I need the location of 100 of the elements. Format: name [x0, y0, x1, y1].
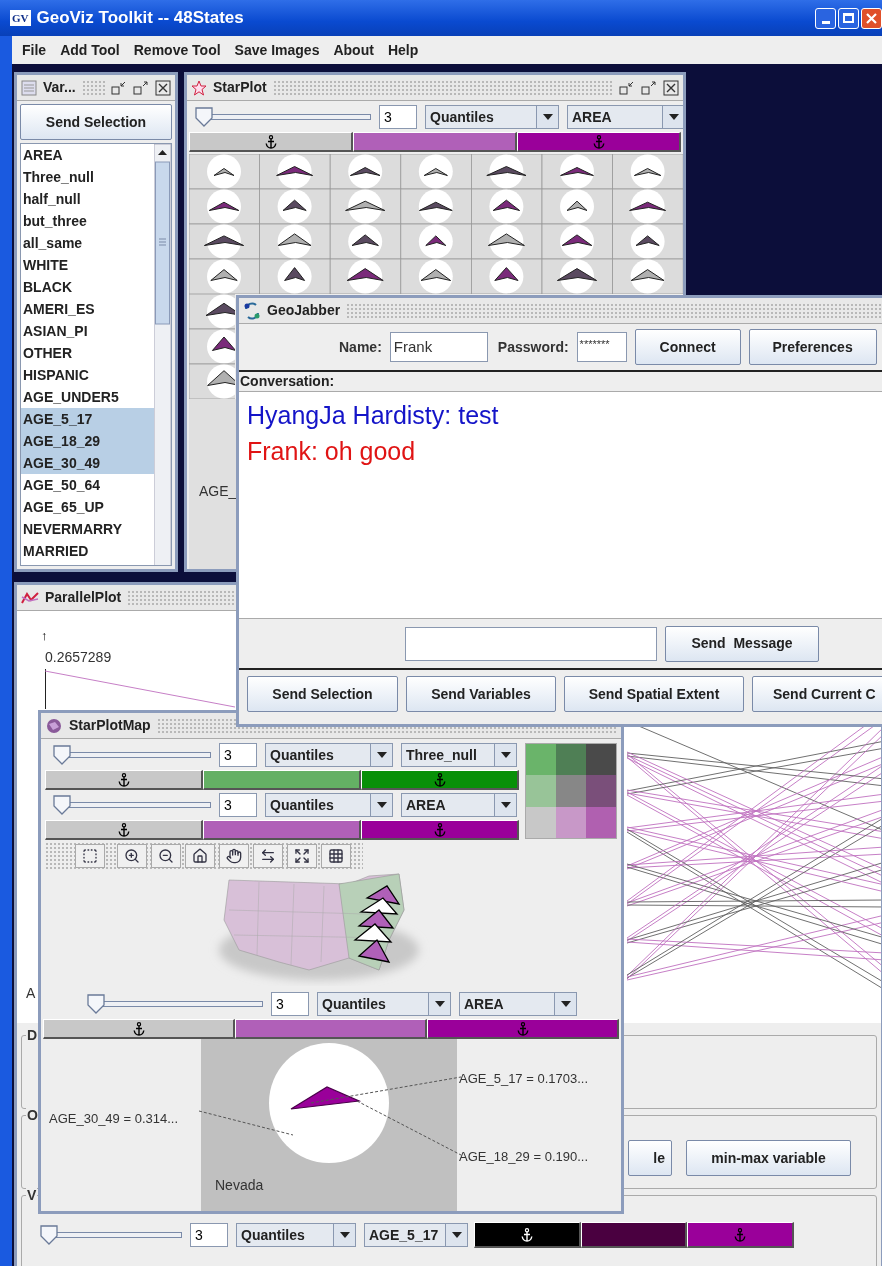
scrollbar[interactable]: [154, 144, 171, 565]
menu-item[interactable]: Add Tool: [60, 39, 120, 61]
class-count-field[interactable]: 3: [190, 1223, 228, 1247]
class-count-field[interactable]: 3: [379, 105, 417, 129]
hand-button[interactable]: [219, 844, 249, 868]
variable-dropdown[interactable]: AREA: [401, 793, 517, 817]
caret-down-icon: [434, 1001, 445, 1007]
send-button[interactable]: Send Selection: [247, 676, 398, 712]
variable-dropdown[interactable]: Three_null: [401, 743, 517, 767]
option-button[interactable]: min-max variable: [686, 1140, 851, 1176]
password-field[interactable]: *******: [576, 332, 627, 362]
hand-icon: [226, 848, 242, 864]
slider[interactable]: [53, 795, 211, 815]
state-name: Nevada: [215, 1176, 264, 1195]
class-bar-segment[interactable]: [235, 1019, 427, 1039]
close-button[interactable]: [861, 7, 882, 29]
expand-button[interactable]: [287, 844, 317, 868]
anchor-icon: [516, 1021, 529, 1036]
slider-thumb[interactable]: [40, 1225, 58, 1245]
maximize-button[interactable]: [838, 7, 859, 29]
axis-max-value: 0.2657289: [45, 648, 112, 667]
menu-item[interactable]: Remove Tool: [133, 39, 221, 61]
class-bar-segment[interactable]: [361, 770, 519, 790]
classification-dropdown[interactable]: Quantiles: [236, 1223, 356, 1247]
group-label: O: [26, 1107, 39, 1123]
zoom-out-button[interactable]: [151, 844, 181, 868]
classification-dropdown[interactable]: Quantiles: [317, 992, 451, 1016]
send-button[interactable]: Send Current C: [752, 676, 882, 712]
classification-dropdown[interactable]: Quantiles: [425, 105, 559, 129]
send-selection-button[interactable]: Send Selection: [20, 104, 172, 140]
anchor-icon: [433, 822, 446, 837]
menu-item[interactable]: About: [333, 39, 374, 61]
class-bar-segment[interactable]: [43, 1019, 235, 1039]
slider-thumb[interactable]: [53, 795, 71, 815]
class-count-field[interactable]: 3: [271, 992, 309, 1016]
home-button[interactable]: [185, 844, 215, 868]
class-bar-segment[interactable]: [687, 1222, 794, 1248]
send-button[interactable]: Send Spatial Extent: [564, 676, 744, 712]
slider-thumb[interactable]: [195, 107, 213, 127]
arrows-button[interactable]: [253, 844, 283, 868]
class-bar-segment[interactable]: [203, 820, 361, 840]
variable-dropdown[interactable]: AREA: [459, 992, 577, 1016]
axis-arrow: ↑: [41, 629, 48, 643]
name-field[interactable]: Frank: [389, 332, 488, 362]
close-icon[interactable]: [663, 79, 679, 96]
group-label: V: [26, 1187, 38, 1203]
slider[interactable]: [87, 994, 263, 1014]
option-button[interactable]: le: [628, 1140, 672, 1176]
zoom-in-button[interactable]: [117, 844, 147, 868]
slider[interactable]: [195, 107, 371, 127]
send-button[interactable]: Send Variables: [406, 676, 556, 712]
maximize-icon[interactable]: [133, 80, 149, 95]
caret-down-icon: [668, 114, 679, 120]
class-bar-segment[interactable]: [45, 770, 203, 790]
classification-dropdown[interactable]: Quantiles: [265, 743, 393, 767]
message-field[interactable]: [405, 626, 657, 661]
class-bar-segment[interactable]: [45, 820, 203, 840]
minimize-button[interactable]: [815, 7, 836, 29]
variable-list-item[interactable]: AGE_18_29: [21, 430, 154, 452]
caret-down-icon: [500, 802, 511, 808]
caret-down-icon: [339, 1232, 350, 1238]
class-bar-segment[interactable]: [189, 132, 353, 152]
close-icon[interactable]: [155, 79, 171, 96]
axis-label: A: [26, 984, 36, 1003]
variable-list-item[interactable]: AGE_30_49: [21, 452, 154, 474]
slider-thumb[interactable]: [53, 745, 71, 765]
frame-title: Var...: [43, 78, 76, 97]
select-box-button[interactable]: [75, 844, 105, 868]
slider-thumb[interactable]: [87, 994, 105, 1014]
home-icon: [192, 848, 208, 864]
variable-dropdown[interactable]: AREA: [567, 105, 683, 129]
toolbar-button[interactable]: Connect: [634, 329, 741, 365]
close-icon: [866, 12, 877, 24]
menu-item[interactable]: Help: [387, 39, 419, 61]
menu-item[interactable]: File: [22, 39, 47, 61]
classification-dropdown[interactable]: Quantiles: [265, 793, 393, 817]
window-icon: [21, 79, 37, 96]
class-bar-segment[interactable]: [353, 132, 517, 152]
class-bar-segment[interactable]: [474, 1222, 581, 1248]
class-bar-segment[interactable]: [580, 1222, 688, 1248]
variable-dropdown[interactable]: AGE_5_17: [364, 1223, 468, 1247]
minimize-icon[interactable]: [619, 80, 635, 95]
chat-message: HyangJa Hardisty: test: [247, 400, 500, 431]
anchor-icon: [433, 772, 446, 787]
class-bar-segment[interactable]: [361, 820, 519, 840]
slider[interactable]: [53, 745, 211, 765]
class-count-field[interactable]: 3: [219, 793, 257, 817]
class-bar-segment[interactable]: [203, 770, 361, 790]
minimize-icon[interactable]: [111, 80, 127, 95]
grid-button[interactable]: [321, 844, 351, 868]
class-bar-segment[interactable]: [517, 132, 681, 152]
class-count-field[interactable]: 3: [219, 743, 257, 767]
class-bar-segment[interactable]: [427, 1019, 619, 1039]
toolbar-button[interactable]: Preferences: [748, 329, 877, 365]
chart-icon: [21, 590, 39, 605]
variable-list-item[interactable]: AGE_5_17: [21, 408, 154, 430]
slider[interactable]: [40, 1225, 182, 1245]
send-message-button[interactable]: Send Message: [665, 625, 819, 662]
maximize-icon[interactable]: [641, 80, 657, 95]
menu-item[interactable]: Save Images: [234, 39, 320, 61]
